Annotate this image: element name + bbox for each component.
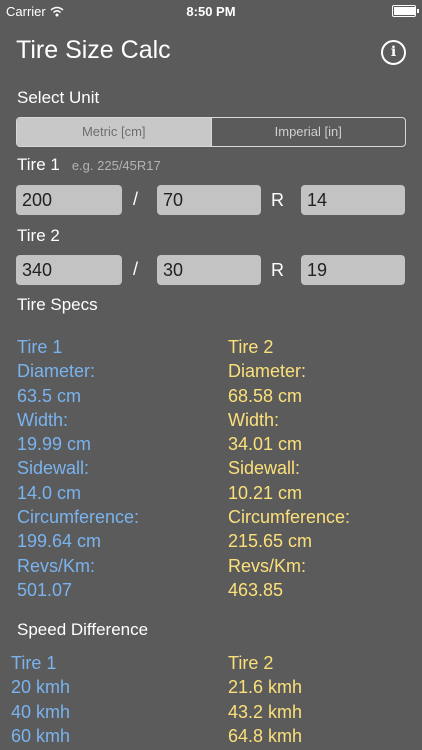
tire1-hint: e.g. 225/45R17 [71, 158, 161, 173]
tire1-label: Tire 1 e.g. 225/45R17 [17, 155, 161, 175]
spec-line: 34.01 cm [228, 434, 303, 455]
spec-line: 14.0 cm [17, 482, 82, 503]
tire1-title: Tire 1 [17, 155, 60, 174]
tire1-speed-column: Tire 1 20 kmh 40 kmh 60 kmh [11, 651, 70, 748]
speed-line: Tire 2 [228, 653, 274, 673]
spec-line: Revs/Km: [17, 555, 96, 576]
spec-line: 463.85 [228, 579, 284, 600]
spec-line: 68.58 cm [228, 385, 303, 406]
spec-line: Sidewall: [228, 458, 301, 479]
status-time: 8:50 PM [186, 4, 236, 19]
spec-line: 215.65 cm [228, 531, 313, 552]
spec-line: Circumference: [228, 507, 351, 528]
speed-line: 20 kmh [11, 677, 71, 698]
spec-line: Revs/Km: [228, 555, 307, 576]
speed-line: 21.6 kmh [228, 677, 303, 698]
tire2-ratio-input[interactable]: 30 [157, 255, 261, 285]
app-title: Tire Size Calc [16, 36, 171, 64]
spec-line: 199.64 cm [17, 531, 102, 552]
tire2-width-input[interactable]: 340 [16, 255, 122, 285]
tire1-specs-column: Tire 1 Diameter: 63.5 cm Width: 19.99 cm… [17, 335, 139, 602]
spec-line: 10.21 cm [228, 482, 303, 503]
status-bar: Carrier 8:50 PM [0, 0, 422, 22]
tire2-slash: / [133, 259, 139, 279]
select-unit-label: Select Unit [17, 88, 100, 107]
spec-line: 501.07 [17, 579, 73, 600]
spec-line: Diameter: [228, 361, 307, 382]
tire2-specs-column: Tire 2 Diameter: 68.58 cm Width: 34.01 c… [228, 335, 350, 602]
speed-difference-label: Speed Difference [17, 620, 149, 639]
spec-line: Tire 1 [17, 337, 63, 357]
segment-metric[interactable]: Metric [cm] [17, 118, 211, 146]
tire1-width-input[interactable]: 200 [16, 185, 122, 215]
segment-imperial[interactable]: Imperial [in] [210, 118, 406, 146]
spec-line: Tire 2 [228, 337, 274, 357]
tire1-r-label: R [271, 190, 284, 210]
battery-icon [392, 5, 419, 17]
spec-line: Diameter: [17, 361, 96, 382]
spec-line: 63.5 cm [17, 385, 82, 406]
speed-line: Tire 1 [11, 653, 57, 673]
spec-line: Width: [17, 409, 69, 430]
unit-segmented-control[interactable]: Metric [cm] Imperial [in] [16, 117, 406, 147]
tire2-label: Tire 2 [17, 226, 60, 245]
tire-specs-label: Tire Specs [17, 295, 98, 314]
spec-line: Circumference: [17, 507, 140, 528]
speed-line: 40 kmh [11, 701, 71, 722]
speed-line: 64.8 kmh [228, 725, 303, 746]
info-icon[interactable]: i [381, 40, 406, 65]
spec-line: Sidewall: [17, 458, 90, 479]
tire2-r-label: R [271, 260, 284, 280]
spec-line: 19.99 cm [17, 434, 92, 455]
tire1-ratio-input[interactable]: 70 [157, 185, 261, 215]
speed-line: 43.2 kmh [228, 701, 303, 722]
spec-line: Width: [228, 409, 280, 430]
tire2-speed-column: Tire 2 21.6 kmh 43.2 kmh 64.8 kmh [228, 651, 302, 748]
tire1-slash: / [133, 189, 139, 209]
speed-line: 60 kmh [11, 725, 71, 746]
tire1-rim-input[interactable]: 14 [301, 185, 405, 215]
tire2-rim-input[interactable]: 19 [301, 255, 405, 285]
